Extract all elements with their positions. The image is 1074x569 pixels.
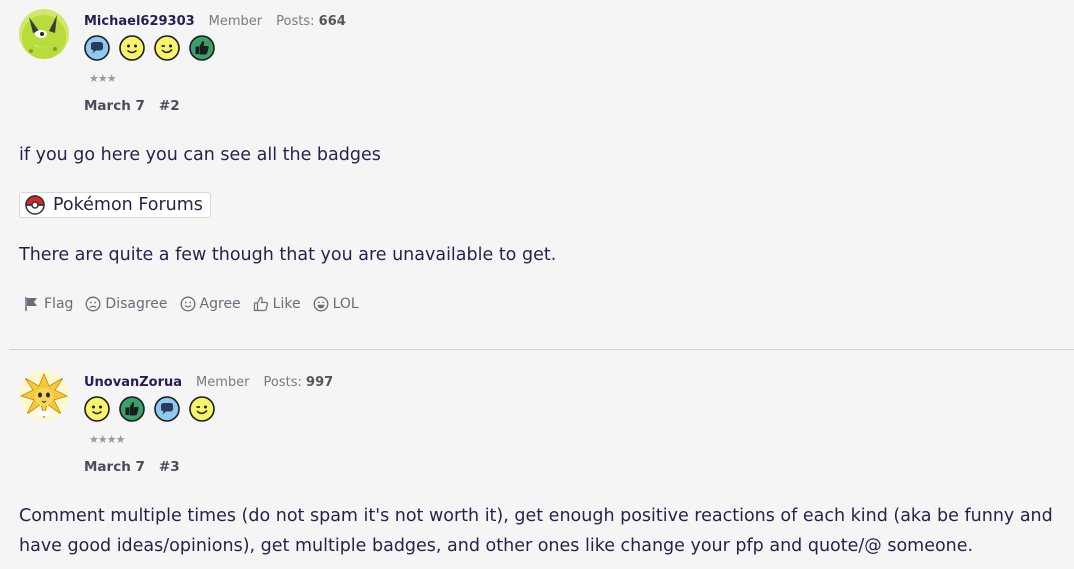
- post-paragraph: if you go here you can see all the badge…: [19, 145, 381, 165]
- post-count-value: 997: [306, 375, 334, 390]
- smile-icon: [180, 296, 195, 312]
- smiley-icon[interactable]: [84, 396, 110, 422]
- wink-icon[interactable]: [154, 35, 180, 61]
- username[interactable]: UnovanZorua: [84, 375, 182, 390]
- post-date[interactable]: March 7: [84, 459, 145, 475]
- avatar[interactable]: [19, 370, 69, 420]
- post-count-label: Posts:: [276, 14, 315, 29]
- pokeball-icon: [25, 195, 45, 215]
- speech-bubble-icon[interactable]: [154, 396, 180, 422]
- thumbs-up-icon[interactable]: [189, 35, 215, 61]
- post-number[interactable]: #3: [159, 459, 180, 475]
- lol-label: LOL: [332, 296, 359, 312]
- avatar[interactable]: [19, 9, 69, 59]
- badge-list: [84, 396, 215, 422]
- post-paragraph: There are quite a few though that you ar…: [19, 245, 557, 265]
- wink-icon[interactable]: [189, 396, 215, 422]
- flag-label: Flag: [44, 296, 74, 312]
- forum-link[interactable]: Pokémon Forums: [19, 192, 211, 218]
- user-info-row: Michael629303 Member Posts: 664: [84, 14, 346, 29]
- post-count: Posts: 664: [276, 14, 346, 29]
- user-rank-stars: ★★★★: [89, 433, 125, 446]
- post-count-value: 664: [318, 14, 346, 29]
- like-button[interactable]: Like: [253, 296, 301, 312]
- user-title: Member: [196, 375, 250, 390]
- post-date[interactable]: March 7: [84, 98, 145, 114]
- post-actions: Flag Disagree Agree Like LOL: [24, 296, 371, 312]
- post-number[interactable]: #2: [159, 98, 180, 114]
- smiley-icon[interactable]: [119, 35, 145, 61]
- post-paragraph: Comment multiple times (do not spam it's…: [19, 506, 1053, 556]
- like-label: Like: [272, 296, 301, 312]
- badge-list: [84, 35, 215, 61]
- post-meta: March 7 #3: [84, 459, 180, 475]
- user-info-row: UnovanZorua Member Posts: 997: [84, 375, 333, 390]
- flag-icon: [25, 297, 37, 311]
- post-meta: March 7 #2: [84, 98, 180, 114]
- frown-icon: [85, 296, 101, 312]
- thumbs-up-icon[interactable]: [119, 396, 145, 422]
- speech-bubble-icon[interactable]: [84, 35, 110, 61]
- username[interactable]: Michael629303: [84, 14, 195, 29]
- disagree-label: Disagree: [105, 296, 168, 312]
- forum-link-label: Pokémon Forums: [53, 195, 203, 215]
- avatar-image: [19, 370, 69, 420]
- agree-button[interactable]: Agree: [180, 296, 241, 312]
- post-count: Posts: 997: [264, 375, 334, 390]
- post-divider: [9, 349, 1074, 350]
- user-title: Member: [208, 14, 263, 29]
- lol-button[interactable]: LOL: [313, 296, 359, 312]
- avatar-image: [19, 9, 69, 59]
- user-rank-stars: ★★★: [89, 72, 117, 85]
- agree-label: Agree: [199, 296, 241, 312]
- flag-button[interactable]: Flag: [24, 296, 73, 312]
- laugh-icon: [313, 296, 329, 312]
- post-count-label: Posts:: [263, 375, 302, 390]
- thumbs-up-icon: [253, 296, 268, 312]
- disagree-button[interactable]: Disagree: [85, 296, 168, 312]
